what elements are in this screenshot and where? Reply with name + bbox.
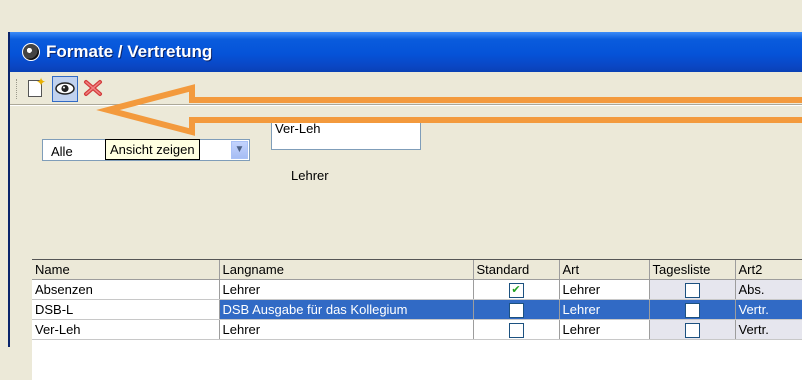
toolbar: ✦	[10, 72, 802, 105]
column-header-standard[interactable]: Standard	[473, 260, 560, 280]
cell-standard[interactable]: ✔	[473, 279, 560, 300]
title-bar[interactable]: Formate / Vertretung	[10, 32, 802, 72]
tagesliste-checkbox[interactable]	[684, 322, 700, 338]
column-header-name[interactable]: Name	[32, 260, 220, 280]
column-header-tagesliste[interactable]: Tagesliste	[649, 260, 736, 280]
filter-dropdown-value: Alle	[51, 144, 73, 159]
cell-art[interactable]: Lehrer	[559, 279, 650, 300]
column-header-art[interactable]: Art	[559, 260, 650, 280]
table-row[interactable]: DSB-L DSB Ausgabe für das Kollegium Lehr…	[32, 299, 802, 320]
cell-art[interactable]: Lehrer	[559, 299, 650, 320]
new-document-button[interactable]: ✦	[24, 75, 47, 99]
chevron-down-icon[interactable]: ▼	[231, 141, 248, 159]
column-header-art2[interactable]: Art2	[735, 260, 802, 280]
standard-checkbox[interactable]	[508, 322, 524, 338]
cell-standard[interactable]	[473, 299, 560, 320]
cell-tagesliste[interactable]	[649, 279, 736, 300]
code-input[interactable]: Ver-Leh	[271, 118, 421, 150]
delete-x-icon	[84, 80, 102, 96]
code-input-value: Ver-Leh	[275, 121, 321, 136]
column-header-langname[interactable]: Langname	[219, 260, 474, 280]
window-title: Formate / Vertretung	[46, 42, 213, 61]
desktop-background	[0, 0, 802, 32]
eye-icon	[55, 82, 75, 95]
cell-langname[interactable]: Lehrer	[219, 319, 474, 340]
cell-art[interactable]: Lehrer	[559, 319, 650, 340]
standard-checkbox[interactable]	[508, 302, 524, 318]
cell-tagesliste[interactable]	[649, 319, 736, 340]
show-view-button[interactable]	[52, 76, 78, 102]
toolbar-grip[interactable]	[16, 79, 20, 99]
app-clock-icon	[22, 43, 40, 61]
sparkle-icon: ✦	[36, 75, 47, 89]
table-row[interactable]: Ver-Leh Lehrer Lehrer Vertr.	[32, 319, 802, 340]
cell-standard[interactable]	[473, 319, 560, 340]
filter-panel: Alle ▼ Ansicht zeigen Ver-Leh Lehrer	[10, 105, 802, 256]
cell-art2[interactable]: Abs.	[735, 279, 802, 300]
cell-name[interactable]: Ver-Leh	[32, 319, 220, 340]
cell-tagesliste[interactable]	[649, 299, 736, 320]
cell-name[interactable]: DSB-L	[32, 299, 220, 320]
cell-name[interactable]: Absenzen	[32, 279, 220, 300]
cell-art2[interactable]: Vertr.	[735, 299, 802, 320]
kind-label: Lehrer	[291, 168, 329, 183]
table-row[interactable]: Absenzen Lehrer ✔ Lehrer Abs.	[32, 279, 802, 300]
cell-langname[interactable]: DSB Ausgabe für das Kollegium	[219, 299, 474, 320]
standard-checkbox[interactable]: ✔	[508, 282, 524, 298]
tagesliste-checkbox[interactable]	[684, 302, 700, 318]
grid-header-row: Name Langname Standard Art Tagesliste Ar…	[32, 260, 802, 280]
cell-langname[interactable]: Lehrer	[219, 279, 474, 300]
tooltip: Ansicht zeigen	[105, 139, 200, 160]
tagesliste-checkbox[interactable]	[684, 282, 700, 298]
formate-window: Formate / Vertretung ✦ Alle ▼ Ansicht ze…	[8, 32, 802, 380]
delete-button[interactable]	[82, 77, 104, 99]
formats-grid: Name Langname Standard Art Tagesliste Ar…	[32, 259, 802, 380]
cell-art2[interactable]: Vertr.	[735, 319, 802, 340]
